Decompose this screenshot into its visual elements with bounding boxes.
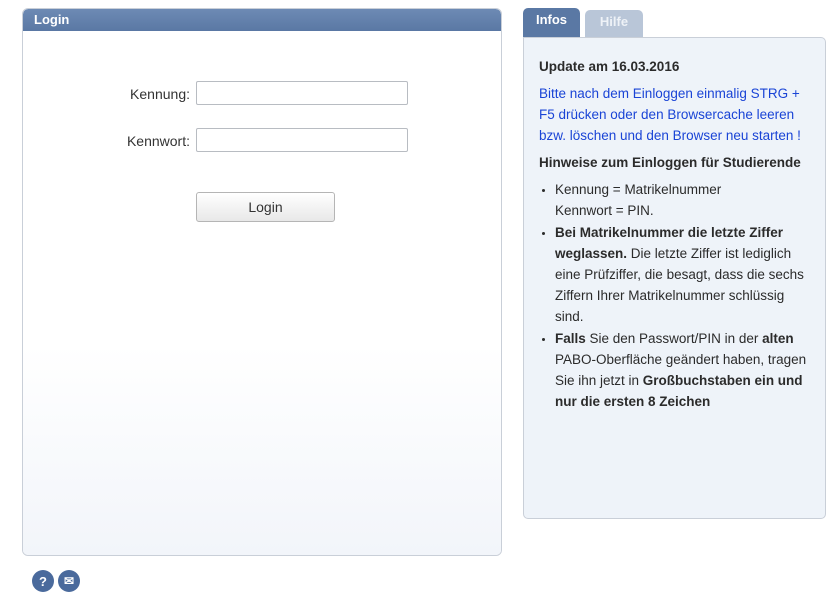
- help-icon[interactable]: ?: [32, 570, 54, 592]
- hint-kennwort: Kennwort = PIN.: [555, 203, 654, 218]
- browser-cache-notice: Bitte nach dem Einloggen einmalig STRG +…: [539, 86, 801, 143]
- hint-falls-bold: Falls: [555, 331, 586, 346]
- hint-alten-bold: alten: [762, 331, 794, 346]
- tab-hilfe[interactable]: Hilfe: [585, 10, 643, 38]
- login-form: Kennung: Kennwort: Login: [23, 31, 501, 555]
- password-input[interactable]: [196, 128, 408, 152]
- hint-kennung: Kennung = Matrikelnummer: [555, 182, 722, 197]
- update-title: Update am 16.03.2016: [539, 59, 680, 74]
- login-button[interactable]: Login: [196, 192, 335, 222]
- username-row: Kennung:: [23, 81, 501, 107]
- list-item: Kennung = Matrikelnummer Kennwort = PIN.: [555, 179, 811, 221]
- info-panel: Update am 16.03.2016 Bitte nach dem Einl…: [523, 37, 826, 519]
- mail-icon[interactable]: ✉: [58, 570, 80, 592]
- username-label: Kennung:: [130, 86, 190, 102]
- list-item: Bei Matrikelnummer die letzte Ziffer weg…: [555, 222, 811, 327]
- username-input[interactable]: [196, 81, 408, 105]
- login-panel: Login Kennung: Kennwort: Login: [22, 8, 502, 556]
- login-hints-list: Kennung = Matrikelnummer Kennwort = PIN.…: [539, 179, 811, 412]
- hint-falls-text: Sie den Passwort/PIN in der: [585, 331, 763, 346]
- list-item: Falls Sie den Passwort/PIN in der alten …: [555, 328, 811, 412]
- footer-icons: ? ✉: [32, 570, 80, 592]
- password-row: Kennwort:: [23, 128, 501, 154]
- tab-infos[interactable]: Infos: [523, 8, 580, 38]
- password-label: Kennwort:: [126, 133, 190, 149]
- students-heading: Hinweise zum Einloggen für Studierende: [539, 155, 801, 170]
- login-panel-title: Login: [23, 9, 501, 31]
